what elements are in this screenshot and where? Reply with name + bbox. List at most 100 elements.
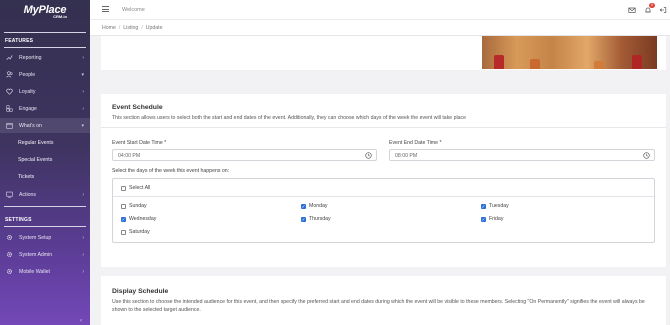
checkbox-label: Select All [129,185,151,191]
days-label: Select the days of the week this event h… [112,168,230,174]
sidebar-subitem-regular-events[interactable]: Regular Events [18,140,53,146]
logout-icon[interactable] [659,6,667,14]
event-image [482,36,657,69]
divider [4,206,86,207]
chevron-down-icon: ▾ [81,71,84,78]
sidebar-item-label: System Admin [19,251,53,258]
day-checkbox-friday[interactable]: Friday [481,216,503,222]
checkbox-box [481,203,486,209]
chevron-right-icon: › [82,88,84,95]
breadcrumb-home[interactable]: Home [102,25,116,31]
checkbox-box [121,203,126,209]
chevron-right-icon: › [82,251,84,258]
sidebar-item-reporting[interactable]: Reporting › [0,50,90,65]
logo[interactable]: MyPlace CRM.io [0,4,90,19]
checkbox-label: Saturday [129,229,150,235]
day-checkbox-sunday[interactable]: Sunday [121,203,147,209]
sidebar-item-loyalty[interactable]: Loyalty › [0,84,90,99]
gear-icon [5,251,13,258]
sidebar-item-label: What's on [19,122,42,129]
chevron-right-icon: › [82,54,84,61]
divider [4,226,86,227]
sidebar-item-whats-on[interactable]: What's on ▾ [0,118,90,133]
sidebar-item-label: Loyalty [19,88,36,95]
gear-icon [5,234,13,241]
section-description: This section allows users to select both… [112,115,467,121]
sidebar-item-people[interactable]: People ▾ [0,67,90,82]
engage-icon [5,105,13,112]
divider [4,47,86,48]
breadcrumb: Home / Listing / Update [102,25,163,31]
checkbox-box [121,216,126,222]
heart-icon [5,88,13,95]
end-datetime-value: 08:00 PM [395,153,418,159]
checkbox-label: Monday [309,203,328,209]
sidebar: MyPlace CRM.io FEATURES Reporting › Peop… [0,0,90,325]
select-all-checkbox[interactable]: Select All [121,185,150,191]
sidebar-item-mobile-wallet[interactable]: Mobile Wallet › [0,264,90,279]
checkbox-label: Friday [489,216,504,222]
day-checkbox-wednesday[interactable]: Wednesday [121,216,156,222]
features-title: FEATURES [5,38,34,44]
sidebar-subitem-tickets[interactable]: Tickets [18,174,34,180]
end-datetime-label: Event End Date Time * [389,140,442,146]
notification-badge: 0 [649,3,655,8]
clock-icon [643,152,650,159]
day-checkbox-thursday[interactable]: Thursday [301,216,331,222]
day-checkbox-saturday[interactable]: Saturday [121,229,150,235]
people-icon [5,71,13,78]
checkbox-box [481,216,486,222]
section-title: Event Schedule [112,104,163,111]
breadcrumb-listing[interactable]: Listing [123,25,138,31]
sidebar-item-label: System Setup [19,234,52,241]
section-description: Use this section to choose the intended … [112,299,645,313]
day-checkbox-monday[interactable]: Monday [301,203,327,209]
chevron-right-icon: › [82,105,84,112]
event-schedule-card: Event Schedule This section allows users… [101,94,666,267]
topbar: Welcome [90,0,670,20]
chevron-right-icon: › [82,234,84,241]
start-datetime-label: Event Start Date Time * [112,140,167,146]
divider [4,32,86,33]
gear-icon [5,268,13,275]
event-image-card [101,36,666,70]
sidebar-item-label: Actions [19,191,37,198]
welcome-text: Welcome [122,7,145,13]
sidebar-subitem-special-events[interactable]: Special Events [18,157,52,163]
breadcrumb-current: Update [145,25,163,31]
divider [101,127,666,128]
menu-icon[interactable] [102,6,109,13]
clock-icon [365,152,372,159]
actions-icon [5,191,13,198]
sidebar-item-actions[interactable]: Actions › [0,187,90,202]
checkbox-box [121,229,126,235]
settings-title: SETTINGS [5,217,32,223]
chevron-right-icon: › [82,268,84,275]
checkbox-box [121,185,126,191]
checkbox-label: Thursday [309,216,331,222]
checkbox-box [301,216,306,222]
chevron-down-icon: ▾ [81,122,84,129]
days-selector: Select All Sunday Monday Tuesday Wednesd… [112,178,655,243]
sidebar-item-label: Mobile Wallet [19,268,50,275]
chart-icon [5,54,13,61]
start-datetime-input[interactable]: 04:00 PM [112,149,377,161]
start-datetime-value: 04:00 PM [118,153,141,159]
collapse-sidebar-button[interactable]: ‹ [80,318,82,324]
checkbox-label: Tuesday [489,203,509,209]
sidebar-item-engage[interactable]: Engage › [0,101,90,116]
sidebar-item-system-admin[interactable]: System Admin › [0,247,90,262]
display-schedule-card: Display Schedule Use this section to cho… [101,276,666,325]
sidebar-item-label: Engage [19,105,37,112]
sidebar-item-label: Reporting [19,54,42,61]
day-checkbox-tuesday[interactable]: Tuesday [481,203,509,209]
mail-icon[interactable] [628,6,636,14]
sidebar-item-system-setup[interactable]: System Setup › [0,230,90,245]
checkbox-label: Wednesday [129,216,157,222]
section-title: Display Schedule [112,288,169,295]
checkbox-box [301,203,306,209]
sidebar-item-label: People [19,71,36,78]
calendar-icon [5,122,13,129]
chevron-right-icon: › [82,191,84,198]
end-datetime-input[interactable]: 08:00 PM [389,149,655,161]
